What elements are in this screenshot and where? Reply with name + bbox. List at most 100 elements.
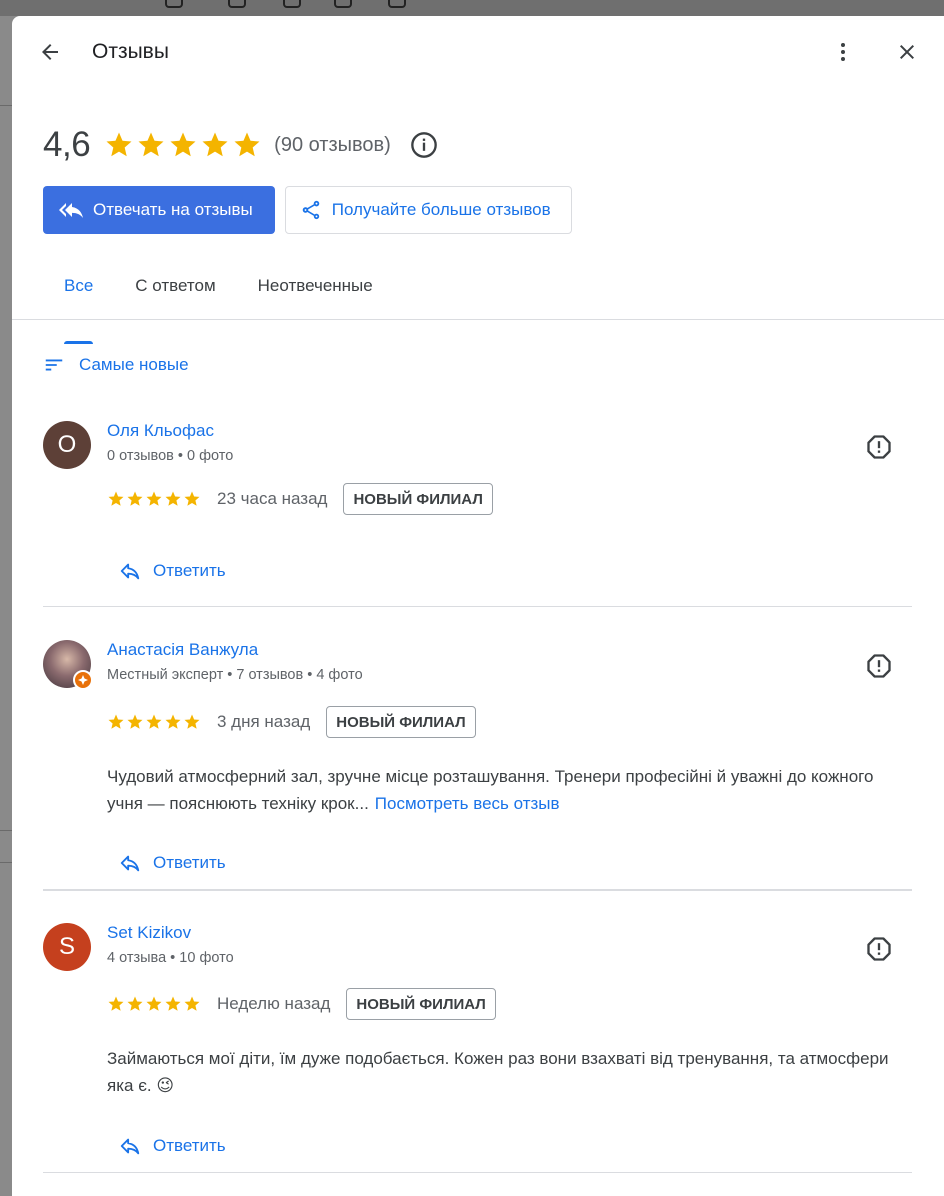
star-icon [184, 996, 200, 1011]
avatar[interactable]: S [43, 923, 91, 971]
close-button[interactable] [887, 32, 927, 72]
close-icon [900, 45, 914, 59]
star-icon [138, 132, 164, 157]
rating-stars [104, 130, 262, 160]
reviewer-name[interactable]: Анастасія Ванжула [107, 640, 258, 660]
star-icon [184, 491, 200, 506]
star-icon [184, 714, 200, 729]
review-stars [107, 995, 201, 1013]
get-more-reviews-label: Получайте больше отзывов [331, 200, 551, 219]
tab-all[interactable]: Все [43, 266, 114, 344]
star-icon [202, 132, 228, 157]
review-rating-row: 3 дня назад НОВЫЙ ФИЛИАЛ [107, 706, 476, 738]
avatar[interactable] [43, 640, 93, 690]
review-item: S Set Kizikov 4 отзыва • 10 фото Неделю … [43, 923, 912, 1163]
background-icon [388, 0, 406, 8]
reply-to-reviews-label: Отвечать на отзывы [93, 200, 253, 219]
star-icon [108, 491, 124, 506]
background-divider [0, 862, 12, 863]
report-icon [867, 654, 891, 678]
reviewer-name[interactable]: Оля Кльофас [107, 421, 214, 441]
reply-icon [120, 1138, 140, 1155]
tab-unanswered[interactable]: Неотвеченные [237, 266, 394, 320]
arrow-left-icon [42, 44, 58, 60]
sort-button[interactable]: Самые новые [43, 354, 189, 376]
star-icon [108, 714, 124, 729]
reviewer-meta: Местный эксперт • 7 отзывов • 4 фото [107, 667, 363, 683]
star-icon [106, 132, 132, 157]
show-full-review-link[interactable]: Посмотреть весь отзыв [375, 794, 560, 813]
report-icon [867, 435, 891, 459]
info-icon [410, 132, 437, 158]
background-icon [283, 0, 301, 8]
review-time: 23 часа назад [217, 489, 328, 508]
review-divider [43, 1172, 912, 1173]
star-icon [146, 491, 162, 506]
review-time: Неделю назад [217, 994, 331, 1013]
reply-icon [120, 563, 140, 580]
reviewer-meta: 4 отзыва • 10 фото [107, 950, 234, 966]
reply-to-reviews-button[interactable]: Отвечать на отзывы [43, 186, 275, 234]
get-more-reviews-button[interactable]: Получайте больше отзывов [284, 186, 572, 234]
star-icon [234, 132, 260, 157]
star-icon [165, 996, 181, 1011]
reviewer-meta: 0 отзывов • 0 фото [107, 448, 234, 464]
review-rating-row: Неделю назад НОВЫЙ ФИЛИАЛ [107, 988, 496, 1020]
more-options-button[interactable] [823, 32, 863, 72]
sort-icon [45, 359, 63, 371]
review-item: Анастасія Ванжула Местный эксперт • 7 от… [43, 640, 912, 880]
star-icon [146, 714, 162, 729]
reply-icon [120, 855, 140, 872]
review-item: О Оля Кльофас 0 отзывов • 0 фото 23 часа… [43, 421, 912, 591]
more-vert-icon [841, 43, 845, 61]
review-divider [43, 889, 912, 891]
avatar[interactable]: О [43, 421, 91, 469]
review-text: Чудовий атмосферний зал, зручне місце ро… [107, 763, 913, 817]
star-icon [108, 996, 124, 1011]
info-button[interactable] [409, 130, 439, 160]
dialog-title: Отзывы [92, 40, 169, 63]
star-icon [146, 996, 162, 1011]
reply-button[interactable]: Ответить [119, 852, 226, 874]
report-icon [867, 937, 891, 961]
star-icon [127, 491, 143, 506]
review-stars [107, 490, 201, 508]
reply-button[interactable]: Ответить [119, 1135, 226, 1157]
report-button[interactable] [861, 931, 897, 967]
report-button[interactable] [861, 648, 897, 684]
sort-label: Самые новые [79, 355, 189, 374]
star-icon [127, 996, 143, 1011]
review-stars [107, 713, 201, 731]
reply-label: Ответить [153, 853, 226, 872]
status-badge: НОВЫЙ ФИЛИАЛ [343, 483, 493, 515]
star-icon [170, 132, 196, 157]
status-badge: НОВЫЙ ФИЛИАЛ [326, 706, 476, 738]
review-text-body: Займаються мої діти, їм дуже подобається… [107, 1049, 889, 1095]
background-icon [228, 0, 246, 8]
review-rating-row: 23 часа назад НОВЫЙ ФИЛИАЛ [107, 483, 493, 515]
review-time: 3 дня назад [217, 712, 311, 731]
action-buttons: Отвечать на отзывы Получайте больше отзы… [43, 186, 572, 234]
report-button[interactable] [861, 429, 897, 465]
local-guide-badge-icon [73, 670, 93, 690]
star-icon [165, 714, 181, 729]
reviewer-name[interactable]: Set Kizikov [107, 923, 191, 943]
background-divider [0, 830, 12, 831]
review-text: Займаються мої діти, їм дуже подобається… [107, 1045, 913, 1099]
tab-answered[interactable]: С ответом [114, 266, 236, 320]
reply-button[interactable]: Ответить [119, 560, 226, 582]
reviews-dialog: Отзывы 4,6 (90 отзывов) Отвечать на отзы… [12, 16, 944, 1196]
reply-label: Ответить [153, 561, 226, 580]
background-divider [0, 105, 12, 106]
status-badge: НОВЫЙ ФИЛИАЛ [346, 988, 496, 1020]
reply-label: Ответить [153, 1136, 226, 1155]
dialog-header: Отзывы [12, 16, 944, 88]
star-icon [165, 491, 181, 506]
review-count: (90 отзывов) [274, 133, 391, 156]
rating-summary: 4,6 (90 отзывов) [43, 124, 439, 166]
review-divider [43, 606, 912, 607]
reply-all-icon [59, 203, 83, 218]
review-tabs: Все С ответом Неотвеченные [43, 266, 394, 344]
background-icon [165, 0, 183, 8]
back-button[interactable] [30, 32, 70, 72]
